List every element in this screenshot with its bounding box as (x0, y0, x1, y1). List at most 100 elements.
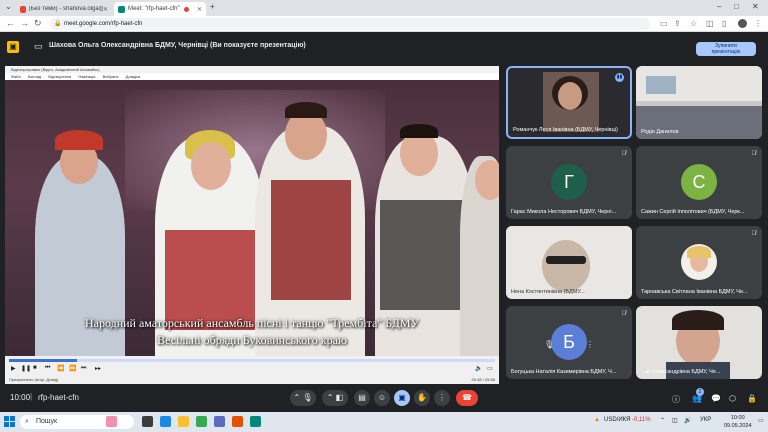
url-field[interactable]: 🔒 meet.google.com/rfp-haet-cfn (50, 18, 650, 30)
participant-tile[interactable]: ▮▮ Романчук Леся Іванівна (БДМУ, Чернівц… (506, 66, 632, 139)
minimize-icon[interactable]: – (717, 2, 721, 11)
mic-off-icon: 🎙̸ (751, 231, 757, 237)
powerpoint-icon[interactable] (232, 416, 243, 427)
close-tab-icon[interactable]: ✕ (197, 6, 202, 13)
profile-avatar[interactable] (738, 19, 747, 28)
task-view-icon[interactable] (142, 416, 153, 427)
raise-hand-button[interactable]: ✋ (414, 390, 430, 406)
pause-icon[interactable]: ❚❚ (21, 365, 31, 372)
windows-start-icon[interactable] (4, 416, 15, 427)
stop-presenting-button[interactable]: Зупинити презентацію (696, 42, 756, 56)
play-icon[interactable]: ▶ (11, 365, 16, 372)
star-icon[interactable]: ☆ (690, 19, 697, 28)
more-options-icon[interactable]: ⋮ (586, 340, 594, 349)
previous-icon[interactable]: ⏮ (45, 365, 50, 372)
leave-call-button[interactable]: ☎ (456, 390, 478, 406)
participant-name: Гарас Микола Несторович БДМУ, Черні... (511, 209, 617, 215)
menu-file[interactable]: Файл (11, 74, 21, 79)
file-explorer-icon[interactable] (178, 416, 189, 427)
taskbar-date: 09.05.2024 (724, 423, 752, 429)
menu-help[interactable]: Довідка (126, 74, 140, 79)
participant-name: Романчук Леся Іванівна (БДМУ, Чернівці) (513, 127, 618, 133)
participant-avatar: Г (551, 164, 587, 200)
participant-tile[interactable]: 🎙̸ Нена Костянтинівна (БДМУ... (506, 226, 632, 299)
back-icon[interactable]: ← (6, 18, 15, 28)
player-controls: ▶ ❚❚ ■ ⏮ ⏪ ⏩ ⏭ ▸▸ 🔈 ▭ Призупинено (Агор,… (5, 356, 499, 384)
chat-icon[interactable]: 💬 (711, 394, 721, 403)
sidebar-icon[interactable]: ▯ (722, 19, 726, 28)
participant-tile[interactable]: 🎙̸ Тарнавська Світлана Іванівна БДМУ, Че… (636, 226, 762, 299)
dancer-head (475, 160, 499, 200)
present-button[interactable]: ▣ (394, 390, 410, 406)
seek-bar[interactable] (9, 359, 495, 362)
close-window-icon[interactable]: ✕ (752, 2, 759, 11)
rewind-icon[interactable]: ⏪ (57, 365, 64, 372)
emoji-icon: ☺ (377, 393, 387, 402)
volume-icon[interactable]: 🔈 (475, 365, 482, 372)
language-indicator[interactable]: УКР (700, 417, 711, 423)
menu-navigation[interactable]: Навігація (78, 74, 95, 79)
shared-screen: Відеопрогравач (Відео, Академічний Ансам… (5, 66, 499, 384)
tab-search-icon[interactable]: ⌄ (5, 2, 12, 11)
host-controls-icon[interactable]: 🔒 (747, 394, 757, 403)
mic-icon[interactable]: 🎙 (544, 340, 554, 349)
info-icon[interactable]: ⓘ (672, 394, 680, 405)
chrome-icon[interactable] (196, 416, 207, 427)
participant-face (558, 82, 582, 110)
more-options-button[interactable]: ⋮ (434, 390, 450, 406)
maximize-icon[interactable]: □ (734, 2, 739, 11)
forward-icon[interactable]: → (20, 18, 29, 28)
reload-icon[interactable]: ↻ (34, 18, 42, 29)
playlist-icon[interactable]: ▸▸ (95, 365, 101, 372)
participant-tile[interactable]: 🎙̸ Г Гарас Микола Несторович БДМУ, Черні… (506, 146, 632, 219)
captions-button[interactable]: ▤ (354, 390, 370, 406)
ticker-label[interactable]: USD/ИКЯ (604, 417, 630, 423)
tab-meet[interactable]: Meet: "rfp-haet-cfn" ✕ (114, 2, 206, 16)
mic-button[interactable]: ⌃ 🎙 (290, 390, 316, 406)
network-icon[interactable]: ◫ (672, 417, 678, 424)
meet-app-icon[interactable] (250, 416, 261, 427)
participant-avatar: Б (551, 324, 587, 360)
meeting-code: rfp-haet-cfn (38, 393, 79, 402)
volume-tray-icon[interactable]: 🔊 (684, 417, 691, 424)
participant-face (542, 240, 590, 292)
menu-playback[interactable]: Відтворення (48, 74, 71, 79)
edge-icon[interactable] (160, 416, 171, 427)
tab-gmail[interactable]: (Без теми) - shahova.olga@bdm... ✕ (16, 2, 112, 16)
fullscreen-icon[interactable]: ▭ (487, 365, 493, 372)
activities-icon[interactable]: ⬡ (729, 394, 736, 403)
new-tab-button[interactable]: + (210, 2, 215, 11)
player-menu-bar: Файл Вигляд Відтворення Навігація Вибран… (5, 73, 499, 80)
tab-meet-label: Meet: "rfp-haet-cfn" (128, 6, 180, 12)
forward-icon[interactable]: ⏩ (69, 365, 76, 372)
tray-overflow-icon[interactable]: ⌃ (660, 417, 665, 424)
participant-tile[interactable]: 🎙̸ ...ш Олександрівна БДМУ, Че... (636, 306, 762, 379)
share-icon[interactable]: ⇪ (674, 19, 681, 28)
search-placeholder: Пошук (36, 418, 58, 425)
menu-favorites[interactable]: Вибране (103, 74, 119, 79)
dancer-hair (285, 102, 327, 118)
stop-icon[interactable]: ■ (33, 365, 37, 371)
notifications-icon[interactable]: ▭ (758, 417, 764, 424)
participant-tile[interactable]: Родіо Данилов (636, 66, 762, 139)
extensions-icon[interactable]: ◫ (706, 19, 714, 28)
lock-icon: 🔒 (54, 21, 62, 27)
mic-icon: ⌃ 🎙 (293, 393, 313, 402)
mic-off-icon: 🎙̸ (621, 231, 627, 237)
browser-menu-icon[interactable]: ⋮ (754, 19, 762, 28)
meet-logo-icon: ▣ (7, 41, 19, 53)
store-icon[interactable] (214, 416, 225, 427)
participant-tile[interactable]: 🎙̸ Б 🎙 ⋮ Богуцька Наталія Казимирівна БД… (506, 306, 632, 379)
participant-tile[interactable]: 🎙̸ С Сажин Сергій Іпполітович (БДМУ, Чер… (636, 146, 762, 219)
taskbar-clock[interactable]: 10:00 09.05.2024 (724, 414, 752, 430)
emoji-button[interactable]: ☺ (374, 390, 390, 406)
camera-permission-icon[interactable]: ▭ (660, 19, 668, 28)
next-icon[interactable]: ⏭ (81, 365, 86, 372)
camera-button[interactable]: ⌃ ◧ (322, 390, 348, 406)
camera-icon: ⌃ ◧ (326, 393, 344, 402)
mic-off-icon: 🎙̸ (751, 311, 757, 317)
participant-glasses (546, 256, 586, 264)
participant-name: Тарнавська Світлана Іванівна БДМУ, Че... (641, 289, 748, 295)
menu-view[interactable]: Вигляд (28, 74, 41, 79)
close-tab-icon[interactable]: ✕ (103, 6, 108, 13)
